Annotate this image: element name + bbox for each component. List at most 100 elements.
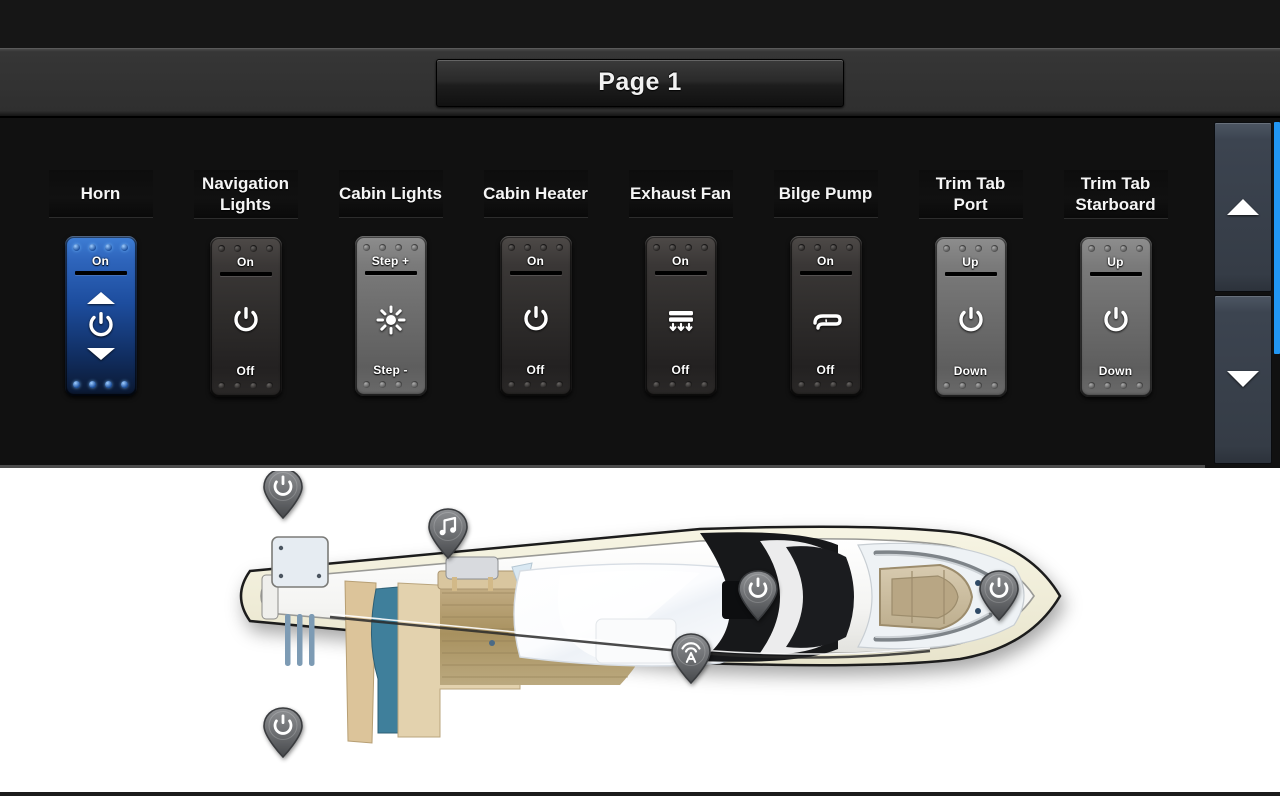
led-indicator (830, 381, 837, 388)
led-indicator (1120, 245, 1127, 252)
switch-icon-area (939, 276, 1003, 365)
switch-icon-area (1084, 276, 1148, 365)
switch-label: Horn (48, 170, 153, 218)
led-indicator (121, 381, 128, 388)
led-indicator (105, 244, 112, 251)
switch-top-label: Step + (371, 254, 410, 268)
scroll-down-button[interactable] (1214, 294, 1272, 464)
led-indicator (975, 382, 982, 389)
switch-cell-navigation-lights: Navigation Lights On Off (173, 170, 318, 397)
led-indicator (991, 382, 998, 389)
led-indicator (411, 244, 418, 251)
led-indicator (73, 244, 80, 251)
switch-label-text: Exhaust Fan (629, 184, 732, 203)
led-indicator (1120, 382, 1127, 389)
switch-label-text: Cabin Lights (339, 184, 442, 203)
led-indicator (250, 245, 257, 252)
switch-label: Trim Tab Port (918, 170, 1023, 219)
boat-pin-power[interactable] (262, 471, 304, 520)
rocker-switch[interactable]: On Off (499, 236, 572, 396)
boat-diagram (0, 471, 1280, 796)
led-indicator (943, 245, 950, 252)
led-indicator (89, 381, 96, 388)
scroll-up-button[interactable] (1214, 122, 1272, 292)
led-indicator (959, 382, 966, 389)
led-indicator (1136, 382, 1143, 389)
power-icon (958, 306, 983, 331)
boat-pin-music[interactable] (427, 508, 469, 560)
rocker-switch[interactable]: Up Down (1079, 237, 1152, 397)
led-indicator (524, 381, 531, 388)
led-indicator (1088, 382, 1095, 389)
pin-marker (263, 471, 303, 520)
boat-pin-power[interactable] (737, 570, 779, 622)
switch-cell-trim-tab-starboard: Trim Tab Starboard Up Down (1043, 170, 1188, 397)
led-indicator-row-bottom (943, 382, 998, 389)
switch-bottom-label: Off (526, 363, 545, 377)
switch-cell-exhaust-fan: Exhaust Fan On Off (608, 170, 753, 396)
led-indicator (234, 382, 241, 389)
triangle-up-icon (86, 292, 115, 304)
led-indicator-row-top (218, 245, 273, 252)
led-indicator-row-bottom (218, 382, 273, 389)
led-indicator-row-top (73, 244, 128, 251)
brightness-icon (376, 305, 405, 334)
led-indicator (218, 382, 225, 389)
led-indicator (1088, 245, 1095, 252)
switch-bottom-label: Off (816, 363, 835, 377)
rocker-switch[interactable]: On (64, 236, 137, 396)
switch-top-label: Up (1107, 255, 1124, 269)
switch-icon-area (214, 276, 278, 365)
switch-label-text: Cabin Heater (483, 184, 588, 203)
power-icon (523, 305, 548, 330)
switch-bottom-label: Step - (373, 363, 408, 377)
rocker-switch[interactable]: Step + Step - (354, 236, 427, 396)
rocker-switch[interactable]: On Off (789, 236, 862, 396)
pin-marker (671, 633, 711, 685)
pin-marker (263, 707, 303, 759)
led-indicator-row-bottom (1088, 382, 1143, 389)
pin-marker (428, 508, 468, 560)
led-indicator-row-bottom (653, 381, 708, 388)
switch-label: Trim Tab Starboard (1063, 170, 1168, 219)
switch-label-text: Horn (80, 184, 121, 203)
switch-cell-cabin-lights: Cabin Lights Step + Step - (318, 170, 463, 396)
rocker-switch[interactable]: On Off (644, 236, 717, 396)
stern-hatch (271, 536, 329, 588)
boat-pin-antenna[interactable] (670, 633, 712, 685)
led-indicator (395, 381, 402, 388)
switch-bottom-label: Off (671, 363, 690, 377)
scrollbar-thumb[interactable] (1274, 122, 1280, 354)
switch-cell-trim-tab-port: Trim Tab Port Up Down (898, 170, 1043, 397)
led-indicator (379, 381, 386, 388)
led-indicator (685, 381, 692, 388)
page-selector-button[interactable]: Page 1 (436, 58, 844, 107)
rocker-switch[interactable]: Up Down (934, 237, 1007, 397)
switch-top-label: On (671, 254, 690, 268)
led-indicator-row-top (798, 244, 853, 251)
led-indicator (798, 244, 805, 251)
led-indicator (234, 245, 241, 252)
triangle-down-icon (1227, 371, 1259, 388)
boat-illustration (239, 525, 1062, 744)
led-indicator (669, 381, 676, 388)
bilge-pump-icon (812, 313, 842, 330)
led-indicator (508, 244, 515, 251)
led-indicator (379, 244, 386, 251)
switch-panel: Horn On Navigation Lights On Off Cabin Lights… (0, 118, 1280, 468)
led-indicator (250, 382, 257, 389)
boat-pin-power[interactable] (978, 570, 1020, 622)
led-indicator (524, 244, 531, 251)
switch-label: Cabin Heater (483, 170, 588, 218)
led-indicator (121, 244, 128, 251)
switch-icon-area (504, 275, 568, 364)
scrollbar[interactable] (1274, 122, 1280, 468)
led-indicator (991, 245, 998, 252)
triangle-down-icon (86, 348, 115, 360)
boat-pin-power[interactable] (262, 707, 304, 759)
led-indicator (266, 382, 273, 389)
page-title: Page 1 (598, 68, 682, 96)
led-indicator-row-bottom (798, 381, 853, 388)
led-indicator (89, 244, 96, 251)
rocker-switch[interactable]: On Off (209, 237, 282, 397)
